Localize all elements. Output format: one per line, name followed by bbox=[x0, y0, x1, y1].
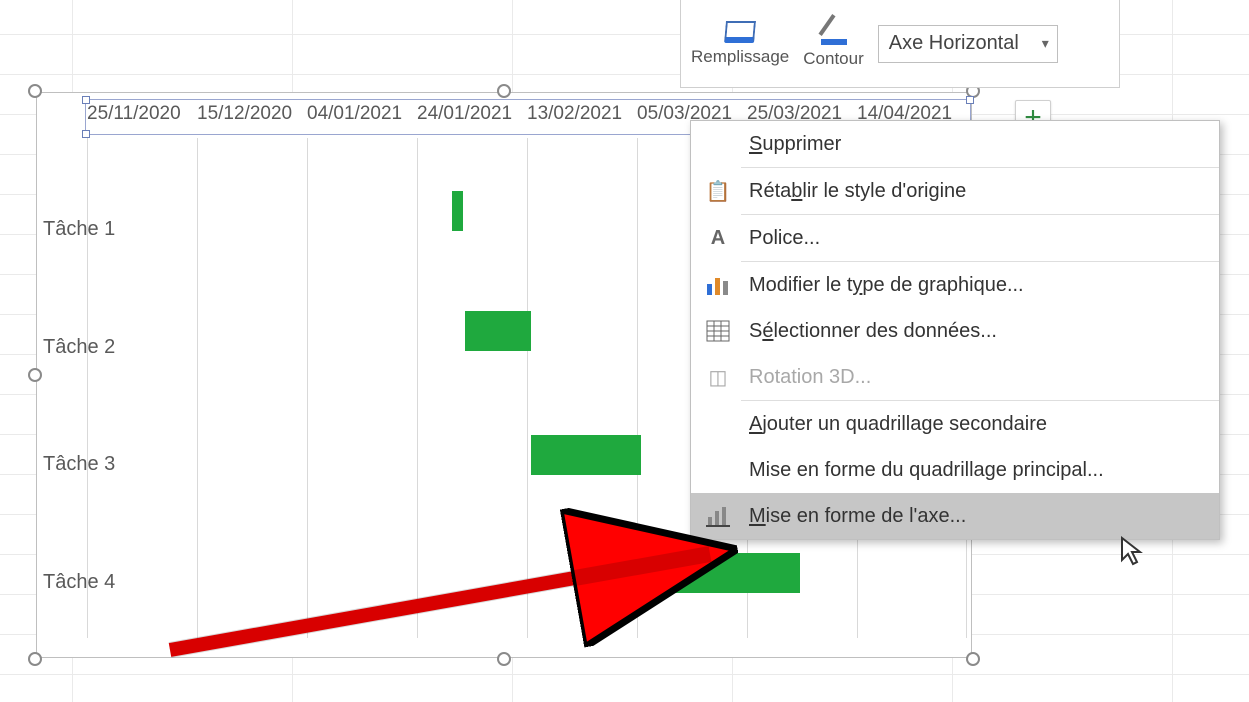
menu-item-label: Sélectionner des données... bbox=[749, 320, 997, 343]
y-axis-labels[interactable]: Tâche 1 Tâche 2 Tâche 3 Tâche 4 bbox=[37, 171, 157, 641]
fill-button[interactable]: Remplissage bbox=[691, 21, 789, 67]
axis-selection-handle[interactable] bbox=[82, 96, 90, 104]
axis-category-label: Tâche 2 bbox=[37, 336, 157, 359]
table-select-icon bbox=[703, 316, 733, 346]
gantt-bar[interactable] bbox=[465, 311, 531, 351]
menu-item-add-secondary-gridlines[interactable]: Ajouter un quadrillage secondaire bbox=[691, 401, 1219, 447]
axis-selection-handle[interactable] bbox=[82, 130, 90, 138]
menu-item-font[interactable]: A Police... bbox=[691, 215, 1219, 261]
pen-outline-icon bbox=[821, 19, 847, 45]
menu-item-rotation-3d: ◫ Rotation 3D... bbox=[691, 354, 1219, 400]
resize-handle[interactable] bbox=[497, 652, 511, 666]
menu-item-reset-style[interactable]: 📋 Rétablir le style d'origine bbox=[691, 168, 1219, 214]
chart-columns-icon bbox=[703, 270, 733, 300]
axis-category-label: Tâche 3 bbox=[37, 453, 157, 476]
menu-item-format-major-gridlines[interactable]: Mise en forme du quadrillage principal..… bbox=[691, 447, 1219, 493]
gantt-bar[interactable] bbox=[531, 435, 641, 475]
resize-handle[interactable] bbox=[497, 84, 511, 98]
font-a-icon: A bbox=[703, 223, 733, 253]
dropdown-value: Axe Horizontal bbox=[889, 32, 1019, 55]
axis-format-icon bbox=[703, 501, 733, 531]
menu-item-label: Police... bbox=[749, 227, 820, 250]
paint-bucket-icon bbox=[724, 21, 756, 43]
axis-category-label: Tâche 1 bbox=[37, 218, 157, 241]
mini-toolbar: Remplissage Contour Axe Horizontal bbox=[680, 0, 1120, 88]
fill-label: Remplissage bbox=[691, 47, 789, 67]
menu-item-label: Ajouter un quadrillage secondaire bbox=[749, 413, 1047, 436]
cube-icon: ◫ bbox=[703, 362, 733, 392]
context-menu: Supprimer 📋 Rétablir le style d'origine … bbox=[690, 120, 1220, 540]
clipboard-reset-icon: 📋 bbox=[703, 176, 733, 206]
menu-item-delete[interactable]: Supprimer bbox=[691, 121, 1219, 167]
gantt-bar[interactable] bbox=[452, 191, 463, 231]
outline-button[interactable]: Contour bbox=[803, 19, 863, 69]
menu-item-label: Supprimer bbox=[749, 133, 841, 156]
menu-item-label: Rotation 3D... bbox=[749, 366, 871, 389]
menu-item-select-data[interactable]: Sélectionner des données... bbox=[691, 308, 1219, 354]
gantt-bar[interactable] bbox=[641, 553, 799, 593]
resize-handle[interactable] bbox=[966, 652, 980, 666]
axis-selection-handle[interactable] bbox=[966, 96, 974, 104]
menu-item-format-axis[interactable]: Mise en forme de l'axe... bbox=[691, 493, 1219, 539]
menu-item-label: Rétablir le style d'origine bbox=[749, 180, 966, 203]
menu-item-label: Mise en forme de l'axe... bbox=[749, 505, 966, 528]
axis-category-label: Tâche 4 bbox=[37, 571, 157, 594]
resize-handle[interactable] bbox=[28, 652, 42, 666]
chart-element-dropdown[interactable]: Axe Horizontal bbox=[878, 25, 1058, 63]
menu-item-label: Modifier le type de graphique... bbox=[749, 274, 1024, 297]
menu-item-label: Mise en forme du quadrillage principal..… bbox=[749, 459, 1104, 482]
outline-label: Contour bbox=[803, 49, 863, 69]
resize-handle[interactable] bbox=[28, 84, 42, 98]
menu-item-change-chart-type[interactable]: Modifier le type de graphique... bbox=[691, 262, 1219, 308]
